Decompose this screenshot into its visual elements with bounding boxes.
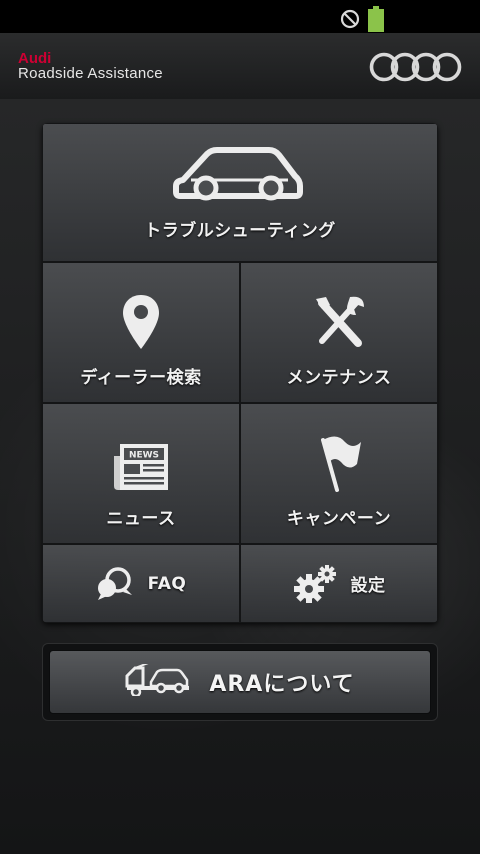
maintenance-label: メンテナンス <box>286 368 392 388</box>
battery-icon <box>368 6 384 36</box>
about-button-frame: ARAについて <box>42 643 438 721</box>
settings-button[interactable]: 設定 <box>240 544 438 623</box>
maintenance-button[interactable]: メンテナンス <box>240 262 438 403</box>
faq-label: FAQ <box>147 573 187 594</box>
status-icons <box>340 6 384 36</box>
troubleshooting-button[interactable]: トラブルシューティング <box>42 123 438 262</box>
brand-name: Audi <box>18 50 52 67</box>
car-icon <box>173 146 307 204</box>
audi-rings-logo <box>369 51 463 87</box>
location-pin-icon <box>121 293 161 351</box>
status-bar <box>0 0 480 33</box>
news-icon-text: NEWS <box>129 451 159 461</box>
dealer-search-label: ディーラー検索 <box>80 368 202 388</box>
campaign-label: キャンペーン <box>286 509 392 529</box>
chat-bubbles-icon <box>96 566 134 601</box>
do-not-disturb-icon <box>340 9 360 33</box>
troubleshooting-label: トラブルシューティング <box>144 221 336 241</box>
flag-icon <box>315 432 363 492</box>
news-button[interactable]: NEWS ニュース <box>42 403 240 544</box>
about-ara-label: ARAについて <box>209 672 355 697</box>
newspaper-icon: NEWS <box>112 442 170 492</box>
news-label: ニュース <box>106 509 176 529</box>
tools-icon <box>312 295 366 351</box>
tow-truck-icon <box>125 661 191 700</box>
main-menu-grid: トラブルシューティング ディーラー検索 メンテナンス NEWS ニュース キャン… <box>42 123 438 623</box>
gears-icon <box>293 564 337 603</box>
faq-button[interactable]: FAQ <box>42 544 240 623</box>
dealer-search-button[interactable]: ディーラー検索 <box>42 262 240 403</box>
brand-block: Audi Roadside Assistance <box>18 51 163 81</box>
about-ara-button[interactable]: ARAについて <box>49 650 431 714</box>
campaign-button[interactable]: キャンペーン <box>240 403 438 544</box>
settings-label: 設定 <box>350 576 386 596</box>
app-subtitle: Roadside Assistance <box>18 65 163 82</box>
